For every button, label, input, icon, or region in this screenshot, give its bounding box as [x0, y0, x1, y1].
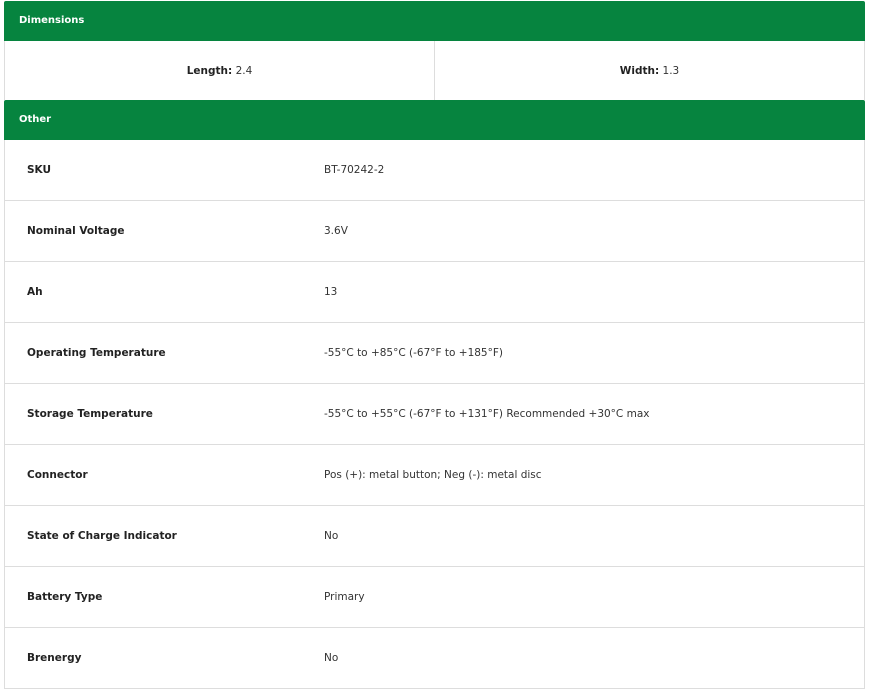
spec-value: 13: [324, 286, 338, 298]
spec-label: Connector: [27, 469, 88, 481]
spec-row: Connector Pos (+): metal button; Neg (-):…: [4, 445, 865, 506]
width-label: Width:: [619, 64, 660, 77]
spec-value: Pos (+): metal button; Neg (-): metal di…: [324, 469, 542, 481]
spec-value: BT-70242-2: [324, 164, 385, 176]
spec-label: Storage Temperature: [27, 408, 153, 420]
spec-label: Brenergy: [27, 652, 82, 664]
spec-label: Operating Temperature: [27, 347, 166, 359]
spec-row: State of Charge Indicator No: [4, 506, 865, 567]
spec-row: Battery Type Primary: [4, 567, 865, 628]
spec-row: Nominal Voltage 3.6V: [4, 201, 865, 262]
dimensions-row: Length: 2.4 Width: 1.3: [4, 41, 865, 100]
length-cell: Length: 2.4: [5, 41, 435, 100]
spec-row: Ah 13: [4, 262, 865, 323]
spec-row: Storage Temperature -55°C to +55°C (-67°F…: [4, 384, 865, 445]
dimensions-header: Dimensions: [4, 1, 865, 41]
spec-label: Ah: [27, 286, 43, 298]
spec-value: 3.6V: [324, 225, 348, 237]
spec-row: Brenergy No: [4, 628, 865, 689]
length-value: 2.4: [235, 64, 253, 77]
width-cell: Width: 1.3: [435, 41, 864, 100]
spec-label: Battery Type: [27, 591, 103, 603]
spec-value: -55°C to +85°C (-67°F to +185°F): [324, 347, 504, 359]
spec-label: State of Charge Indicator: [27, 530, 177, 542]
width-value: 1.3: [662, 64, 680, 77]
other-header: Other: [4, 100, 865, 140]
spec-table: Dimensions Length: 2.4 Width: 1.3 Other …: [4, 1, 865, 689]
spec-value: No: [324, 530, 339, 542]
spec-row: SKU BT-70242-2: [4, 140, 865, 201]
length-label: Length:: [186, 64, 233, 77]
spec-value: Primary: [324, 591, 365, 603]
spec-label: Nominal Voltage: [27, 225, 125, 237]
spec-value: No: [324, 652, 339, 664]
spec-value: -55°C to +55°C (-67°F to +131°F) Recomme…: [324, 408, 650, 420]
spec-label: SKU: [27, 164, 52, 176]
spec-row: Operating Temperature -55°C to +85°C (-67…: [4, 323, 865, 384]
